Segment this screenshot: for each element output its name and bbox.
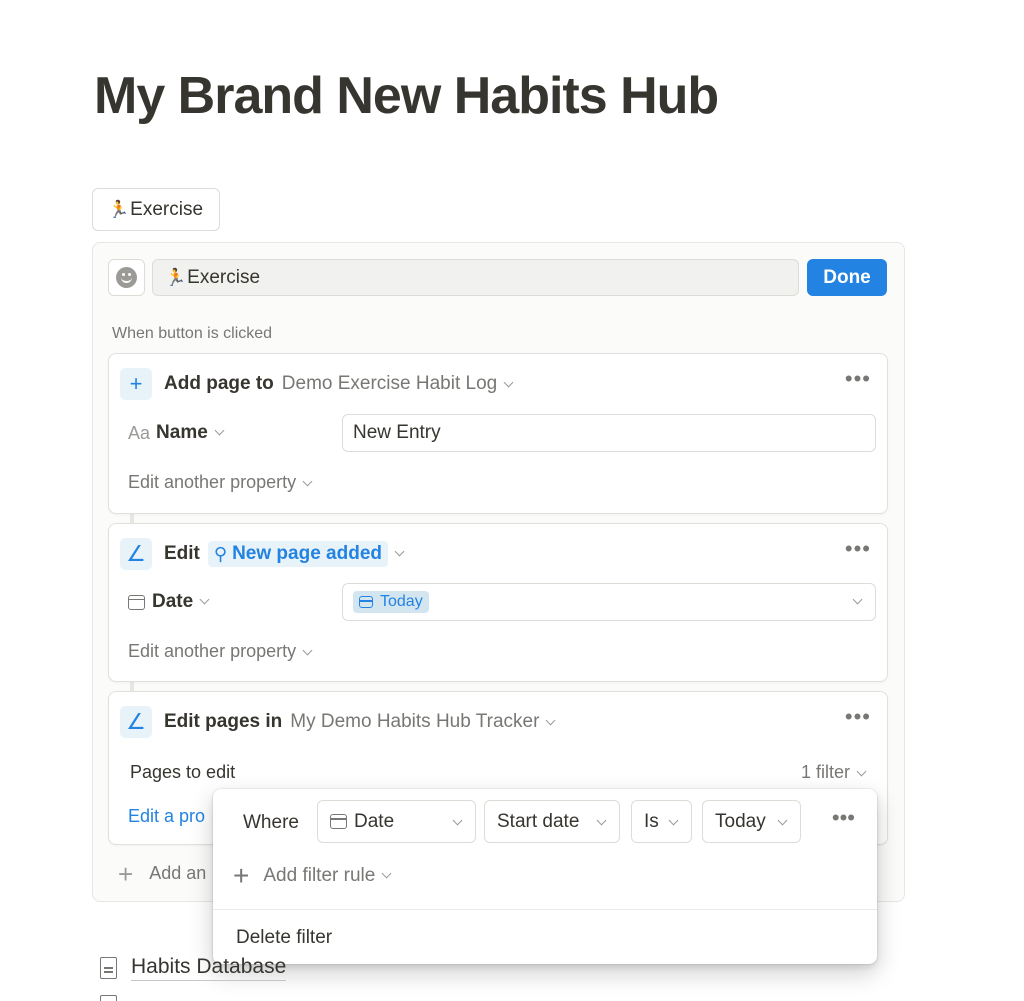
runner-emoji-icon: 🏃 [165,267,187,287]
trigger-label: When button is clicked [112,325,273,342]
calendar-icon [128,594,145,610]
chevron-down-icon[interactable] [394,546,405,556]
page-title[interactable]: My Brand New Habits Hub [94,66,719,126]
step-action-label: Edit [164,543,200,564]
more-options-icon[interactable]: ••• [832,807,855,829]
filter-value-label: Today [715,810,766,832]
property-name: Date [152,591,194,612]
chevron-down-icon [214,425,225,435]
page-reference-select[interactable]: ⚲ New page added [207,541,388,567]
document-icon [100,957,117,979]
pencil-icon: ∠ [120,706,152,738]
exercise-button-label: Exercise [130,198,204,220]
plus-icon: + [120,368,152,400]
step-action-label: Edit pages in [164,711,283,732]
today-chip: Today [353,591,429,613]
text-property-icon: Aa [128,422,151,443]
chevron-down-icon [856,766,867,777]
chevron-down-icon [596,815,607,826]
habits-database-link[interactable]: Habits Database [100,955,287,981]
filter-date-part-label: Start date [497,810,580,832]
pencil-icon: ∠ [120,538,152,570]
more-options-icon[interactable]: ••• [845,538,871,560]
button-name-value: Exercise [187,266,261,288]
calendar-icon [359,596,373,608]
edit-another-property-button[interactable]: Edit another property [128,641,313,662]
delete-filter-button[interactable]: Delete filter [236,927,332,949]
database-select[interactable]: My Demo Habits Hub Tracker [290,711,556,733]
database-name: My Demo Habits Hub Tracker [290,711,540,732]
filter-operator-label: Is [644,810,659,832]
date-value-select[interactable]: Today [342,583,876,621]
emoji-picker-button[interactable] [108,259,145,296]
chevron-down-icon [381,868,392,878]
more-options-icon[interactable]: ••• [845,706,871,728]
exercise-button[interactable]: 🏃 Exercise [92,188,220,231]
pages-to-edit-label: Pages to edit [130,762,236,782]
more-options-icon[interactable]: ••• [845,368,871,390]
done-button[interactable]: Done [807,259,887,296]
chevron-down-icon [452,815,463,826]
edit-another-label: Edit another property [128,641,297,661]
step-edit-new-page: ∠ Edit ⚲ New page added ••• Date Today E… [108,523,888,682]
plus-icon: + [233,860,250,891]
button-name-input[interactable]: 🏃 Exercise [152,259,799,296]
smiley-icon [116,267,137,288]
calendar-icon [330,814,347,829]
step-action-label: Add page to [164,373,274,394]
habits-database-label: Habits Database [131,955,287,981]
database-select[interactable]: Demo Exercise Habit Log [281,373,514,395]
page-reference-label: New page added [232,543,382,564]
edit-another-property-button[interactable]: Edit another property [128,472,313,493]
filter-property-label: Date [354,810,395,832]
plus-icon: + [118,858,134,889]
add-filter-rule-button[interactable]: + Add filter rule [233,860,392,891]
edit-a-property-link[interactable]: Edit a pro [128,806,205,827]
filter-operator-select[interactable]: Is [631,800,692,843]
chevron-down-icon [545,715,556,726]
chevron-down-icon [668,815,679,826]
divider [213,909,877,910]
chevron-down-icon [302,645,313,656]
add-action-button[interactable]: + Add an [118,858,207,889]
filter-value-select[interactable]: Today [702,800,801,843]
property-selector-name[interactable]: Aa Name [128,422,225,444]
today-label: Today [380,593,423,610]
runner-emoji-icon: 🏃 [108,199,130,219]
filter-popover: Where Date Start date Is Today ••• + Add… [213,789,877,964]
filter-count-label: 1 filter [800,762,850,782]
filter-count-button[interactable]: 1 filter [800,762,867,783]
chevron-down-icon [503,377,514,388]
chevron-down-icon [852,594,863,605]
edit-another-label: Edit another property [128,472,297,492]
filter-date-part-select[interactable]: Start date [484,800,620,843]
step-add-page: + Add page to Demo Exercise Habit Log ••… [108,353,888,514]
name-value-text: New Entry [353,422,441,443]
chevron-down-icon [302,476,313,487]
where-label: Where [243,812,299,833]
add-filter-rule-label: Add filter rule [263,865,376,886]
filter-property-select[interactable]: Date [317,800,476,843]
database-name: Demo Exercise Habit Log [281,373,498,394]
search-icon: ⚲ [213,543,228,564]
property-name: Name [156,422,208,443]
add-action-label: Add an [149,863,207,883]
name-value-input[interactable]: New Entry [342,414,876,452]
document-icon [100,995,117,1001]
property-selector-date[interactable]: Date [128,591,210,613]
chevron-down-icon [777,815,788,826]
chevron-down-icon [199,594,210,604]
